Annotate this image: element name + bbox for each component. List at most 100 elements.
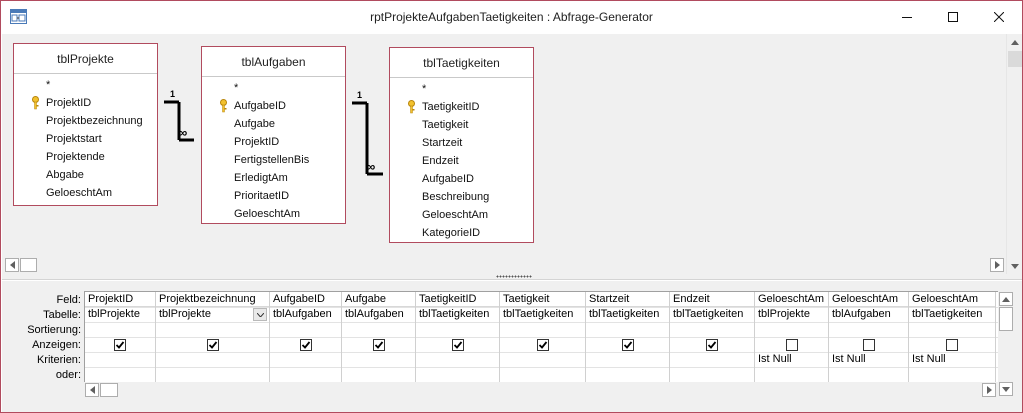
grid-table-cell[interactable]: tblProjekte [85, 307, 155, 322]
scroll-up-button[interactable] [1007, 34, 1022, 50]
field-list-item[interactable]: GeloeschtAm [390, 206, 533, 224]
grid-table-cell[interactable]: tblTaetigkeiten [586, 307, 669, 322]
scroll-down-button[interactable] [1007, 258, 1022, 274]
field-list-item[interactable]: TaetigkeitID [390, 98, 533, 116]
show-checkbox[interactable] [785, 339, 798, 351]
field-list-item[interactable]: Startzeit [390, 134, 533, 152]
scroll-up-button[interactable] [999, 292, 1013, 306]
field-list-item[interactable]: Taetigkeit [390, 116, 533, 134]
grid-column[interactable]: AufgabeID tblAufgaben [270, 292, 342, 382]
grid-column[interactable]: GeloeschtAm tblAufgaben Ist Null [829, 292, 909, 382]
design-horizontal-scrollbar[interactable] [2, 258, 1006, 274]
grid-field-cell[interactable]: GeloeschtAm [829, 292, 908, 307]
table-design-area[interactable]: 1 ∞ 1 ∞ tblProjekte * ProjektID Projektb… [2, 34, 1006, 258]
field-list-item[interactable]: FertigstellenBis [202, 151, 345, 169]
grid-field-cell[interactable]: ProjektID [85, 292, 155, 307]
scroll-thumb[interactable] [999, 307, 1013, 331]
scroll-right-button[interactable] [990, 258, 1004, 272]
field-list-item[interactable]: GeloeschtAm [202, 205, 345, 223]
grid-sort-cell[interactable] [342, 322, 415, 337]
grid-column[interactable]: Endzeit tblTaetigkeiten [670, 292, 755, 382]
show-checkbox[interactable] [621, 339, 634, 351]
field-list-item[interactable]: Projektstart [14, 130, 157, 148]
grid-sort-cell[interactable] [670, 322, 754, 337]
grid-or-cell[interactable] [586, 367, 669, 382]
grid-or-cell[interactable] [909, 367, 995, 382]
grid-sort-cell[interactable] [85, 322, 155, 337]
grid-column[interactable]: Projektbezeichnung tblProjekte [156, 292, 270, 382]
grid-field-cell[interactable]: Taetigkeit [500, 292, 585, 307]
grid-or-cell[interactable] [85, 367, 155, 382]
grid-table-cell[interactable]: tblAufgaben [342, 307, 415, 322]
grid-column[interactable]: Aufgabe tblAufgaben [342, 292, 416, 382]
grid-sort-cell[interactable] [755, 322, 828, 337]
grid-or-cell[interactable] [270, 367, 341, 382]
grid-or-cell[interactable] [156, 367, 269, 382]
grid-table-cell[interactable]: tblTaetigkeiten [416, 307, 499, 322]
grid-sort-cell[interactable] [416, 322, 499, 337]
grid-criteria-cell[interactable] [342, 352, 415, 367]
grid-criteria-cell[interactable] [670, 352, 754, 367]
grid-criteria-cell[interactable]: Ist Null [909, 352, 995, 367]
grid-criteria-cell[interactable] [416, 352, 499, 367]
field-list-item[interactable]: * [390, 80, 533, 98]
grid-criteria-cell[interactable] [156, 352, 269, 367]
scroll-left-button[interactable] [5, 258, 19, 272]
minimize-button[interactable] [884, 1, 930, 33]
field-list-item[interactable]: ProjektID [202, 133, 345, 151]
splitter-grip-icon[interactable] [496, 275, 532, 278]
field-list-item[interactable]: AufgabeID [202, 97, 345, 115]
grid-column[interactable]: ProjektID tblProjekte [85, 292, 156, 382]
grid-field-cell[interactable]: Startzeit [586, 292, 669, 307]
grid-or-cell[interactable] [829, 367, 908, 382]
field-list-item[interactable]: Aufgabe [202, 115, 345, 133]
grid-field-cell[interactable]: TaetigkeitID [416, 292, 499, 307]
table-box-title[interactable]: tblTaetigkeiten [390, 48, 533, 78]
title-bar[interactable]: rptProjekteAufgabenTaetigkeiten : Abfrag… [1, 1, 1022, 33]
pane-splitter[interactable] [2, 274, 1022, 280]
field-list-item[interactable]: KategorieID [390, 224, 533, 242]
grid-sort-cell[interactable] [156, 322, 269, 337]
maximize-button[interactable] [930, 1, 976, 33]
grid-field-cell[interactable]: Endzeit [670, 292, 754, 307]
grid-table-cell[interactable]: tblAufgaben [829, 307, 908, 322]
grid-criteria-cell[interactable]: Ist Null [755, 352, 828, 367]
scroll-left-button[interactable] [85, 383, 99, 397]
table-box-tbltaetigkeiten[interactable]: tblTaetigkeiten * TaetigkeitID Taetigkei… [389, 47, 534, 243]
scroll-thumb[interactable] [100, 383, 118, 397]
grid-sort-cell[interactable] [909, 322, 995, 337]
grid-sort-cell[interactable] [500, 322, 585, 337]
field-list-item[interactable]: Beschreibung [390, 188, 533, 206]
field-list-item[interactable]: ErledigtAm [202, 169, 345, 187]
grid-sort-cell[interactable] [586, 322, 669, 337]
grid-criteria-cell[interactable] [586, 352, 669, 367]
grid-criteria-cell[interactable] [500, 352, 585, 367]
grid-field-cell[interactable]: GeloeschtAm [755, 292, 828, 307]
grid-column[interactable]: GeloeschtAm tblTaetigkeiten Ist Null [909, 292, 996, 382]
grid-or-cell[interactable] [342, 367, 415, 382]
query-design-grid[interactable]: ProjektID tblProjekte Projektbezeichnung tb… [84, 291, 998, 382]
grid-vertical-scrollbar[interactable] [998, 291, 1014, 397]
show-checkbox[interactable] [706, 339, 718, 351]
grid-or-cell[interactable] [755, 367, 828, 382]
show-checkbox[interactable] [451, 339, 464, 351]
field-list-item[interactable]: Projektbezeichnung [14, 112, 157, 130]
grid-column[interactable]: Startzeit tblTaetigkeiten [586, 292, 670, 382]
grid-or-cell[interactable] [670, 367, 754, 382]
field-list-item[interactable]: * [202, 79, 345, 97]
show-checkbox[interactable] [299, 339, 312, 351]
grid-table-cell[interactable]: tblAufgaben [270, 307, 341, 322]
field-list-item[interactable]: Endzeit [390, 152, 533, 170]
grid-table-cell[interactable]: tblTaetigkeiten [670, 307, 754, 322]
grid-or-cell[interactable] [500, 367, 585, 382]
design-vertical-scrollbar[interactable] [1006, 34, 1022, 274]
field-list-item[interactable]: PrioritaetID [202, 187, 345, 205]
grid-or-cell[interactable] [416, 367, 499, 382]
show-checkbox[interactable] [536, 339, 549, 351]
grid-field-cell[interactable]: Aufgabe [342, 292, 415, 307]
show-checkbox[interactable] [862, 339, 875, 351]
grid-sort-cell[interactable] [270, 322, 341, 337]
scroll-thumb[interactable] [1008, 51, 1022, 67]
grid-sort-cell[interactable] [829, 322, 908, 337]
scroll-down-button[interactable] [999, 382, 1013, 396]
